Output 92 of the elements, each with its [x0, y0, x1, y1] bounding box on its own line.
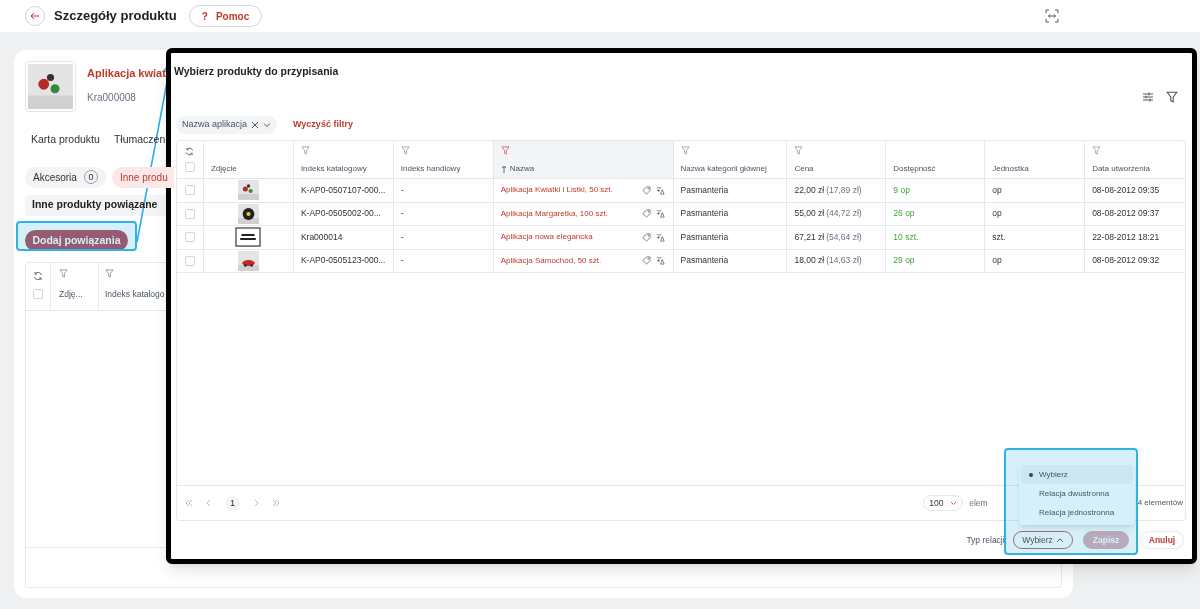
sliders-icon[interactable]: [1142, 91, 1154, 103]
price-text: 18,00 zł: [794, 254, 825, 268]
table-cell: Pasmanteria: [680, 230, 729, 244]
column-header: Zdję...: [59, 288, 84, 301]
table-cell: op: [992, 207, 1002, 221]
column-header: Jednostka: [992, 163, 1029, 175]
checkbox[interactable]: [185, 208, 195, 219]
table-cell: -: [400, 207, 404, 221]
net-price-text: (14,63 zł): [826, 254, 862, 268]
dropdown-option[interactable]: Relacja jednostronna: [1021, 503, 1133, 522]
net-price-text: (44,72 zł): [826, 207, 862, 221]
checkbox[interactable]: [185, 162, 195, 172]
filter-chip[interactable]: Akcesoria 0: [25, 166, 106, 188]
clear-filters-link[interactable]: Wyczyść filtry: [293, 118, 353, 132]
availability-text: 10 szt.: [893, 230, 919, 244]
column-header: Indeks katalogo: [105, 288, 166, 301]
column-header: Nazwa: [509, 163, 535, 175]
table-cell: Pasmanteria: [680, 183, 729, 197]
product-code: Kra000008: [87, 90, 137, 105]
net-price-text: (54,64 zł): [826, 230, 862, 244]
column-header: Zdjęcie: [210, 163, 237, 175]
total-count: 4 elementów: [1137, 497, 1183, 509]
table-cell: 08-08-2012 09:37: [1092, 207, 1160, 221]
table-cell: 08-08-2012 09:35: [1092, 183, 1160, 197]
tab[interactable]: Karta produktu: [25, 132, 106, 153]
checkbox[interactable]: [185, 185, 195, 196]
product-link[interactable]: Aplikacja Margaretka, 100 szt.: [500, 207, 608, 220]
fullscreen-icon[interactable]: [1045, 9, 1059, 23]
column-header: Indeks katalogowy: [300, 163, 367, 175]
table-cell: Pasmanteria: [680, 254, 729, 268]
table-cell: 08-08-2012 09:32: [1092, 254, 1160, 268]
table-cell: -: [400, 230, 404, 244]
page-title: Szczegóły produktu: [54, 7, 177, 26]
table-cell: K-AP0-0505002-00...: [300, 207, 381, 221]
product-link[interactable]: Aplikacja Samochód, 50 szt.: [500, 254, 602, 267]
modal-title: Wybierz produkty do przypisania: [174, 65, 339, 77]
tag-icon[interactable]: [641, 232, 651, 242]
tag-icon[interactable]: [641, 185, 651, 195]
back-arrow-icon: [30, 11, 40, 21]
table-cell: K-AP0-0507107-000...: [300, 183, 386, 197]
filter-chip[interactable]: Inne produ: [111, 166, 174, 188]
filter-chip[interactable]: Nazwa aplikacja: [176, 116, 278, 134]
table-cell: 22-08-2012 18:21: [1092, 230, 1160, 244]
checkbox[interactable]: [185, 255, 195, 266]
table-cell: K-AP0-0505123-000...: [300, 254, 386, 268]
dropdown-option[interactable]: Wybierz: [1021, 465, 1133, 484]
checkbox[interactable]: [185, 232, 195, 243]
page-button[interactable]: 1: [225, 495, 240, 511]
table-cell: op: [992, 254, 1002, 268]
price-text: 55,00 zł: [794, 207, 825, 221]
relation-icon[interactable]: [655, 185, 666, 195]
dropdown-option[interactable]: Relacja dwustronna: [1021, 484, 1133, 503]
availability-text: 29 op: [893, 254, 915, 268]
sort-up-icon[interactable]: [500, 165, 507, 173]
chevron-up-icon: [1055, 537, 1064, 543]
table-cell: op: [992, 183, 1002, 197]
table-cell: -: [400, 254, 404, 268]
relation-icon[interactable]: [655, 209, 666, 219]
close-icon[interactable]: [251, 121, 260, 129]
price-text: 22,00 zł: [794, 183, 825, 197]
checkbox[interactable]: [33, 289, 43, 300]
previous-page-icon[interactable]: [205, 499, 213, 507]
column-header: Cena: [794, 163, 814, 175]
availability-text: 26 op: [893, 207, 915, 221]
column-header: Nazwa kategorii głównej: [680, 163, 767, 175]
refresh-icon[interactable]: [185, 147, 195, 156]
table-cell: Pasmanteria: [680, 207, 729, 221]
product-link[interactable]: Aplikacja nowa elegancka: [500, 231, 593, 244]
page-size-label: elem: [969, 496, 988, 510]
product-link[interactable]: Aplikacja Kwiatki i Listki, 50 szt.: [500, 184, 613, 197]
table-cell: szt.: [992, 230, 1006, 244]
tag-icon[interactable]: [641, 256, 651, 266]
net-price-text: (17,89 zł): [826, 183, 862, 197]
column-header: Data utworzenia: [1092, 163, 1150, 175]
column-header: Dostępność: [893, 163, 936, 175]
add-relations-button[interactable]: Dodaj powiązania: [25, 230, 128, 252]
next-page-icon[interactable]: [252, 499, 260, 507]
first-page-icon[interactable]: [185, 499, 193, 507]
chevron-down-icon: [950, 500, 958, 506]
table-cell: -: [400, 183, 404, 197]
relation-icon[interactable]: [655, 256, 666, 266]
product-name: Aplikacja kwiat: [87, 66, 166, 81]
filter-icon[interactable]: [1166, 91, 1178, 103]
tag-icon[interactable]: [641, 209, 651, 219]
availability-text: 9 op: [893, 183, 910, 197]
relation-icon[interactable]: [655, 232, 666, 242]
last-page-icon[interactable]: [272, 499, 280, 507]
table-cell: Kra000014: [300, 230, 343, 244]
chevron-down-icon[interactable]: [263, 121, 272, 129]
price-text: 67,21 zł: [794, 230, 825, 244]
column-header: Indeks handlowy: [400, 163, 461, 175]
refresh-icon[interactable]: [33, 271, 43, 282]
